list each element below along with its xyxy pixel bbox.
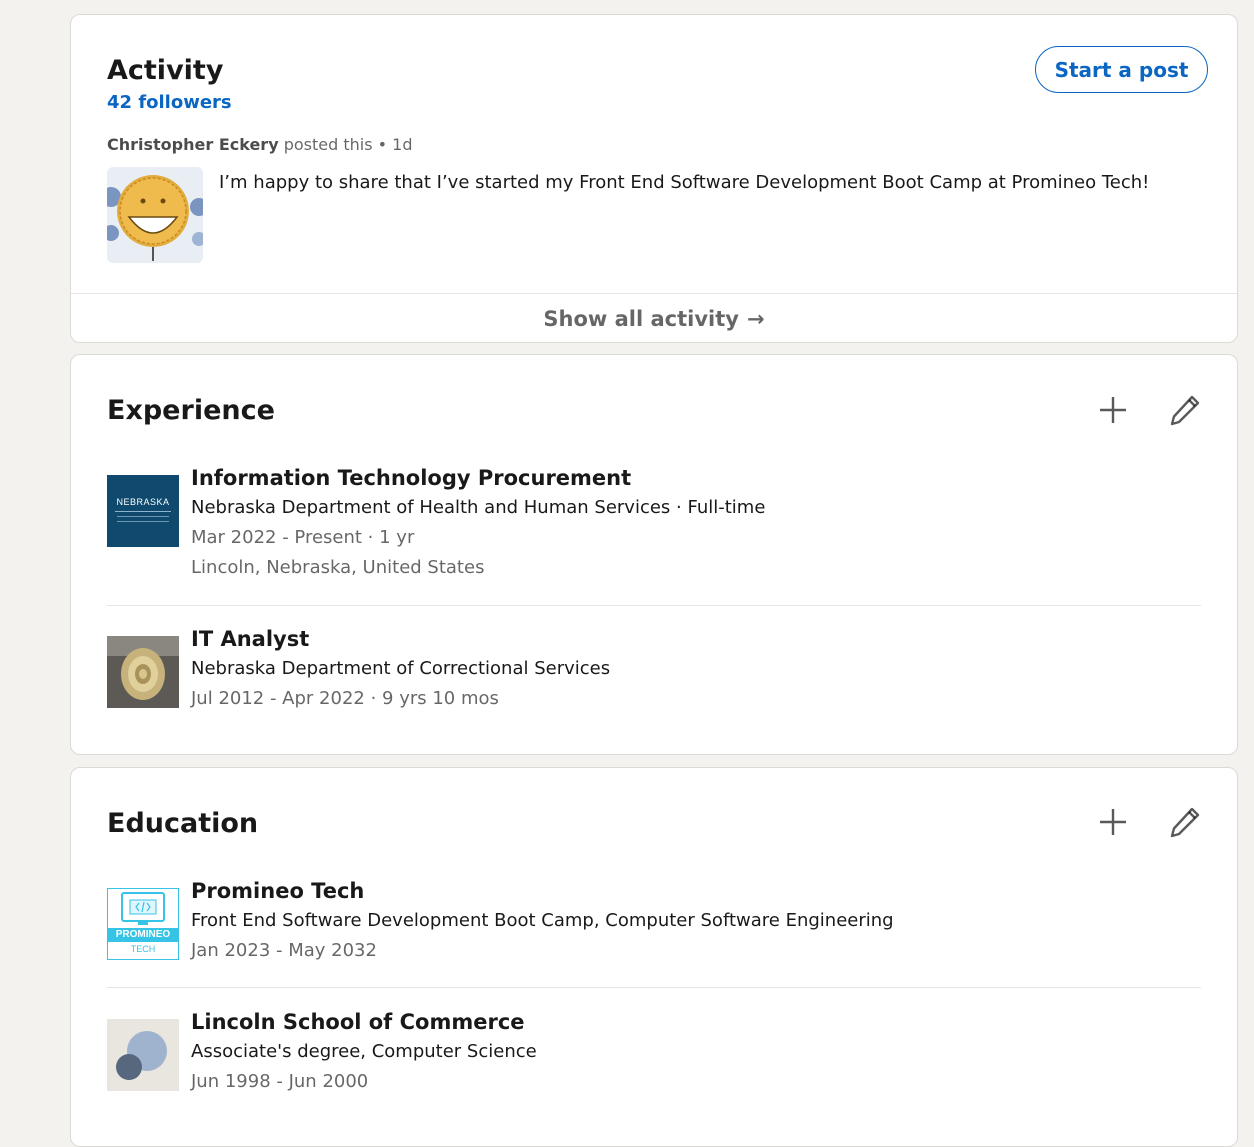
add-experience-button[interactable] [1091,388,1135,432]
education-dates: Jan 2023 - May 2032 [191,940,377,961]
post-author[interactable]: Christopher Eckery [107,135,279,154]
edit-education-button[interactable] [1163,800,1207,844]
experience-entry[interactable]: NEBRASKA Information Technology Procurem… [107,466,1201,595]
post-text[interactable]: I’m happy to share that I’ve started my … [219,172,1209,193]
education-dates: Jun 1998 - Jun 2000 [191,1071,369,1092]
promineo-logo-subtext: TECH [130,944,156,954]
pencil-icon [1170,807,1200,838]
show-all-activity-button[interactable]: Show all activity → [71,293,1237,344]
school-placeholder-icon [107,1019,179,1091]
experience-org: Nebraska Department of Correctional Serv… [191,658,611,679]
followers-link[interactable]: 42 followers [107,92,232,113]
add-education-button[interactable] [1091,800,1135,844]
activity-title: Activity [107,55,224,86]
school-placeholder-logo[interactable] [107,1019,179,1091]
nebraska-logo-text: NEBRASKA [116,497,170,507]
education-school[interactable]: Promineo Tech [191,876,894,906]
experience-title: Experience [107,395,275,426]
post-meta: Christopher Eckery posted this • 1d [107,135,413,154]
experience-dates: Jul 2012 - Apr 2022 · 9 yrs 10 mos [191,688,499,709]
edit-experience-button[interactable] [1163,388,1207,432]
education-entry-details: Lincoln School of Commerce Associate's d… [191,1010,537,1097]
promineo-logo-text: PROMINEO [115,929,171,940]
experience-entry-details: Information Technology Procurement Nebra… [191,466,766,583]
experience-title-text[interactable]: Information Technology Procurement [191,463,765,493]
education-degree: Associate's degree, Computer Science [191,1041,537,1062]
start-post-button[interactable]: Start a post [1035,46,1208,93]
nebraska-dhhs-logo[interactable]: NEBRASKA [107,475,179,547]
experience-entry[interactable]: IT Analyst Nebraska Department of Correc… [107,627,1201,726]
plus-icon [1100,397,1126,423]
pencil-icon [1170,395,1200,426]
experience-location: Lincoln, Nebraska, United States [191,557,485,578]
activity-card: Activity 42 followers Start a post Chris… [70,14,1238,343]
education-title: Education [107,808,259,839]
show-all-activity-label: Show all activity [543,307,739,331]
experience-card: Experience NEBRASKA Information Technolo… [70,354,1238,755]
experience-org: Nebraska Department of Health and Human … [191,497,766,518]
experience-dates: Mar 2022 - Present · 1 yr [191,527,415,548]
education-degree: Front End Software Development Boot Camp… [191,910,894,931]
arrow-right-icon: → [746,307,765,331]
corrections-badge-logo[interactable] [107,636,179,708]
experience-title-text[interactable]: IT Analyst [191,624,610,654]
education-school[interactable]: Lincoln School of Commerce [191,1007,537,1037]
education-entry[interactable]: Lincoln School of Commerce Associate's d… [107,1010,1201,1109]
education-entry[interactable]: PROMINEO TECH Promineo Tech Front End So… [107,879,1201,978]
plus-icon [1100,809,1126,835]
education-entry-details: Promineo Tech Front End Software Develop… [191,879,894,966]
divider [107,605,1201,606]
smiley-sticker-image [107,167,203,263]
divider [107,987,1201,988]
education-card: Education PROMINEO TECH Promineo Tech Fr… [70,767,1238,1147]
post-thumbnail[interactable] [107,167,203,263]
promineo-tech-logo[interactable]: PROMINEO TECH [107,888,179,960]
post-meta-suffix: posted this • 1d [283,135,413,154]
badge-image [107,636,179,708]
experience-entry-details: IT Analyst Nebraska Department of Correc… [191,627,611,714]
